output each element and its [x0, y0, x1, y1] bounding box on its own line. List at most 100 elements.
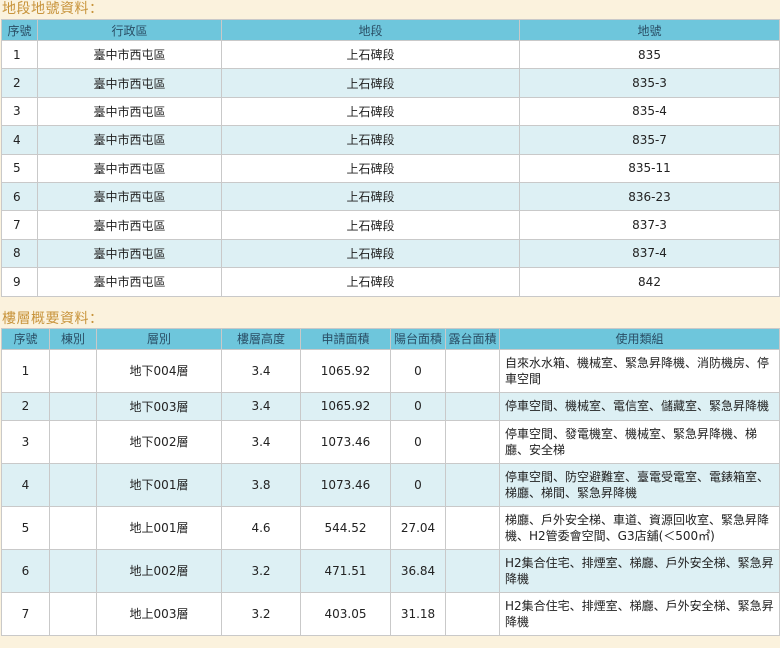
table-row: 9 臺中市西屯區 上石碑段 842	[1, 267, 780, 297]
cell-seq: 2	[1, 68, 38, 98]
cell-terrace-area	[445, 419, 500, 464]
table-row: 8 臺中市西屯區 上石碑段 837-4	[1, 238, 780, 269]
cell-section: 上石碑段	[221, 238, 520, 269]
table-row: 4 臺中市西屯區 上石碑段 835-7	[1, 125, 780, 155]
cell-seq: 3	[1, 96, 38, 127]
cell-seq: 2	[1, 391, 50, 421]
cell-terrace-area	[445, 462, 500, 507]
cell-district: 臺中市西屯區	[37, 68, 222, 98]
cell-floor: 地上002層	[96, 548, 222, 593]
cell-section: 上石碑段	[221, 68, 520, 98]
header-applied-area: 申請面積	[300, 327, 391, 350]
cell-terrace-area	[445, 348, 500, 393]
cell-balcony-area: 36.84	[390, 548, 446, 593]
cell-building	[49, 505, 97, 550]
cell-lot-number: 835-11	[519, 153, 780, 183]
table-row: 5 地上001層 4.6 544.52 27.04 梯廳、戶外安全梯、車道、資源…	[1, 505, 780, 550]
cell-applied-area: 1073.46	[300, 419, 391, 464]
cell-seq: 4	[1, 462, 50, 507]
cell-terrace-area	[445, 548, 500, 593]
cell-floor: 地上001層	[96, 505, 222, 550]
cell-building	[49, 591, 97, 636]
table-row: 1 臺中市西屯區 上石碑段 835	[1, 39, 780, 70]
header-use-group: 使用類組	[499, 327, 780, 350]
table-row: 2 地下003層 3.4 1065.92 0 停車空間、機械室、電信室、儲藏室、…	[1, 391, 780, 421]
cell-applied-area: 471.51	[300, 548, 391, 593]
cell-seq: 1	[1, 348, 50, 393]
floor-table-header: 序號 棟別 層別 樓層高度 申請面積 陽台面積 露台面積 使用類組	[1, 327, 780, 350]
cell-balcony-area: 0	[390, 462, 446, 507]
cell-section: 上石碑段	[221, 153, 520, 183]
cell-floor-height: 3.8	[221, 462, 301, 507]
cell-lot-number: 842	[519, 267, 780, 297]
cell-section: 上石碑段	[221, 210, 520, 240]
cell-balcony-area: 0	[390, 348, 446, 393]
cell-seq: 7	[1, 591, 50, 636]
lot-table-header: 序號 行政區 地段 地號	[1, 19, 780, 41]
table-row: 2 臺中市西屯區 上石碑段 835-3	[1, 68, 780, 98]
cell-floor: 地下004層	[96, 348, 222, 393]
cell-district: 臺中市西屯區	[37, 125, 222, 155]
cell-district: 臺中市西屯區	[37, 210, 222, 240]
table-row: 7 地上003層 3.2 403.05 31.18 H2集合住宅、排煙室、梯廳、…	[1, 591, 780, 636]
cell-floor: 地上003層	[96, 591, 222, 636]
table-row: 4 地下001層 3.8 1073.46 0 停車空間、防空避難室、臺電受電室、…	[1, 462, 780, 507]
header-floor-height: 樓層高度	[221, 327, 301, 350]
cell-balcony-area: 0	[390, 391, 446, 421]
header-terrace-area: 露台面積	[445, 327, 500, 350]
cell-terrace-area	[445, 391, 500, 421]
cell-lot-number: 835	[519, 39, 780, 70]
lot-table: 序號 行政區 地段 地號 1 臺中市西屯區 上石碑段 835 2 臺中市西屯區 …	[1, 19, 780, 297]
cell-building	[49, 348, 97, 393]
header-section: 地段	[221, 19, 520, 41]
cell-floor-height: 3.4	[221, 419, 301, 464]
cell-applied-area: 1065.92	[300, 391, 391, 421]
cell-lot-number: 835-7	[519, 125, 780, 155]
cell-lot-number: 835-3	[519, 68, 780, 98]
cell-applied-area: 1073.46	[300, 462, 391, 507]
cell-floor-height: 4.6	[221, 505, 301, 550]
table-row: 5 臺中市西屯區 上石碑段 835-11	[1, 153, 780, 183]
cell-use-group: 自來水水箱、機械室、緊急昇降機、消防機房、停車空間	[499, 348, 780, 393]
cell-seq: 5	[1, 153, 38, 183]
cell-use-group: 梯廳、戶外安全梯、車道、資源回收室、緊急昇降機、H2管委會空間、G3店舖(＜50…	[499, 505, 780, 550]
cell-use-group: H2集合住宅、排煙室、梯廳、戶外安全梯、緊急昇降機	[499, 591, 780, 636]
floor-table: 序號 棟別 層別 樓層高度 申請面積 陽台面積 露台面積 使用類組 1 地下00…	[1, 327, 780, 636]
cell-lot-number: 835-4	[519, 96, 780, 127]
cell-seq: 3	[1, 419, 50, 464]
cell-balcony-area: 27.04	[390, 505, 446, 550]
cell-district: 臺中市西屯區	[37, 238, 222, 269]
cell-section: 上石碑段	[221, 96, 520, 127]
cell-district: 臺中市西屯區	[37, 39, 222, 70]
cell-terrace-area	[445, 591, 500, 636]
cell-district: 臺中市西屯區	[37, 153, 222, 183]
cell-seq: 4	[1, 125, 38, 155]
table-row: 3 地下002層 3.4 1073.46 0 停車空間、發電機室、機械室、緊急昇…	[1, 419, 780, 464]
cell-lot-number: 837-4	[519, 238, 780, 269]
header-floor: 層別	[96, 327, 222, 350]
cell-balcony-area: 0	[390, 419, 446, 464]
cell-building	[49, 462, 97, 507]
header-seq: 序號	[1, 19, 38, 41]
cell-seq: 8	[1, 238, 38, 269]
cell-lot-number: 837-3	[519, 210, 780, 240]
floor-section-title: 樓層概要資料：	[2, 310, 104, 327]
cell-section: 上石碑段	[221, 181, 520, 212]
cell-floor-height: 3.4	[221, 391, 301, 421]
cell-building	[49, 419, 97, 464]
cell-seq: 9	[1, 267, 38, 297]
cell-floor: 地下003層	[96, 391, 222, 421]
table-row: 1 地下004層 3.4 1065.92 0 自來水水箱、機械室、緊急昇降機、消…	[1, 348, 780, 393]
cell-section: 上石碑段	[221, 39, 520, 70]
cell-use-group: H2集合住宅、排煙室、梯廳、戶外安全梯、緊急昇降機	[499, 548, 780, 593]
header-lot-number: 地號	[519, 19, 780, 41]
cell-floor-height: 3.2	[221, 591, 301, 636]
table-row: 6 臺中市西屯區 上石碑段 836-23	[1, 181, 780, 212]
cell-district: 臺中市西屯區	[37, 181, 222, 212]
cell-section: 上石碑段	[221, 125, 520, 155]
cell-floor: 地下001層	[96, 462, 222, 507]
cell-applied-area: 403.05	[300, 591, 391, 636]
cell-seq: 7	[1, 210, 38, 240]
cell-seq: 1	[1, 39, 38, 70]
cell-balcony-area: 31.18	[390, 591, 446, 636]
